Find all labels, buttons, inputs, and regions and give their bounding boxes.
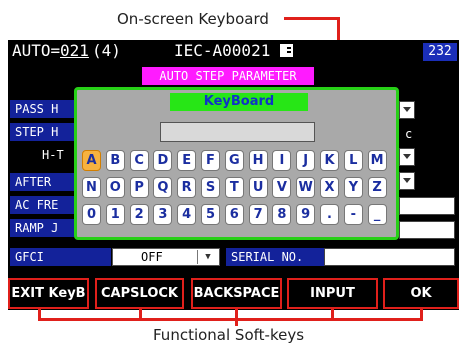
unit-glyph: c	[405, 127, 413, 141]
key-l[interactable]: L	[343, 150, 363, 171]
key-a[interactable]: A	[82, 150, 101, 171]
exit-keyboard-button[interactable]: EXIT KeyB	[8, 278, 89, 309]
step-count: (4)	[92, 41, 121, 60]
dropdown-arrow-right[interactable]	[399, 101, 415, 119]
key-y[interactable]: Y	[343, 177, 363, 198]
param-label-ramp: RAMP J	[10, 219, 79, 237]
value-field[interactable]	[399, 197, 455, 215]
key-3[interactable]: 3	[153, 204, 173, 225]
keyboard-callout-label: On-screen Keyboard	[117, 10, 269, 28]
key-t[interactable]: T	[224, 177, 244, 198]
keyboard-title: KeyBoard	[170, 93, 308, 111]
key-j[interactable]: J	[296, 150, 316, 171]
keyboard-callout-line	[284, 17, 340, 20]
chevron-down-icon: ▼	[197, 250, 218, 264]
softkeys-callout-bracket	[38, 318, 423, 321]
key-0[interactable]: 0	[82, 204, 101, 225]
param-label-ht: H-T	[10, 146, 74, 164]
key-dash[interactable]: -	[343, 204, 363, 225]
value-field[interactable]	[399, 221, 455, 239]
key-6[interactable]: 6	[224, 204, 244, 225]
page-title: AUTO STEP PARAMETER	[142, 67, 314, 85]
capslock-button[interactable]: CAPSLOCK	[95, 278, 184, 309]
key-7[interactable]: 7	[248, 204, 268, 225]
input-button[interactable]: INPUT	[287, 278, 378, 309]
param-label-gfci: GFCI	[10, 248, 111, 266]
file-name: IEC-A00021	[174, 41, 271, 60]
gfci-value: OFF	[141, 250, 163, 264]
param-label-step: STEP H	[10, 123, 79, 141]
key-n[interactable]: N	[82, 177, 101, 198]
mode-label: AUTO=	[12, 41, 61, 60]
key-5[interactable]: 5	[201, 204, 220, 225]
key-p[interactable]: P	[129, 177, 149, 198]
key-1[interactable]: 1	[105, 204, 125, 225]
status-bar: AUTO= 021 (4) IEC-A00021	[8, 40, 459, 62]
key-underscore[interactable]: _	[367, 204, 387, 225]
key-q[interactable]: Q	[153, 177, 173, 198]
serial-input[interactable]	[324, 248, 455, 266]
ok-button[interactable]: OK	[383, 278, 459, 309]
key-f[interactable]: F	[201, 150, 220, 171]
dropdown-arrow-right[interactable]	[399, 148, 415, 166]
param-label-after: AFTER	[10, 173, 79, 191]
step-number: 021	[60, 41, 89, 60]
key-i[interactable]: I	[272, 150, 292, 171]
key-k[interactable]: K	[320, 150, 339, 171]
param-label-pass: PASS H	[10, 100, 79, 118]
key-b[interactable]: B	[105, 150, 125, 171]
interface-badge: 232	[423, 43, 457, 61]
key-2[interactable]: 2	[129, 204, 149, 225]
file-icon	[280, 44, 293, 57]
backspace-button[interactable]: BACKSPACE	[191, 278, 282, 309]
key-9[interactable]: 9	[296, 204, 316, 225]
key-s[interactable]: S	[201, 177, 220, 198]
key-w[interactable]: W	[296, 177, 316, 198]
key-x[interactable]: X	[320, 177, 339, 198]
key-o[interactable]: O	[105, 177, 125, 198]
key-c[interactable]: C	[129, 150, 149, 171]
key-e[interactable]: E	[177, 150, 197, 171]
gfci-select[interactable]: OFF ▼	[112, 248, 220, 266]
key-dot[interactable]: .	[320, 204, 339, 225]
softkeys-callout-stem	[235, 318, 238, 326]
key-h[interactable]: H	[248, 150, 268, 171]
key-v[interactable]: V	[272, 177, 292, 198]
param-label-ac-freq: AC FRE	[10, 196, 79, 214]
key-8[interactable]: 8	[272, 204, 292, 225]
dropdown-arrow-right[interactable]	[399, 172, 415, 190]
key-u[interactable]: U	[248, 177, 268, 198]
softkeys-callout-label: Functional Soft-keys	[153, 326, 305, 344]
key-m[interactable]: M	[367, 150, 387, 171]
key-r[interactable]: R	[177, 177, 197, 198]
key-z[interactable]: Z	[367, 177, 387, 198]
key-d[interactable]: D	[153, 150, 173, 171]
key-g[interactable]: G	[224, 150, 244, 171]
keyboard-input-field[interactable]	[160, 122, 315, 142]
key-4[interactable]: 4	[177, 204, 197, 225]
serial-label: SERIAL NO.	[226, 248, 327, 266]
